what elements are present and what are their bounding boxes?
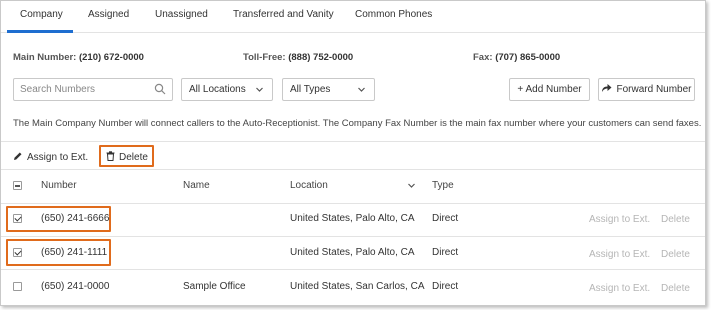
active-tab-indicator: [7, 30, 73, 33]
locations-dropdown[interactable]: All Locations: [181, 78, 273, 101]
chevron-down-icon: [357, 85, 366, 97]
search-box: [13, 78, 173, 101]
row-assign-to-ext-link[interactable]: Assign to Ext.: [589, 249, 650, 260]
row-type: Direct: [432, 247, 459, 258]
main-number-value: (210) 672-0000: [78, 52, 144, 63]
divider: [1, 141, 705, 142]
fax-label: Fax:: [473, 52, 493, 63]
pencil-icon: [13, 151, 23, 164]
row-assign-to-ext-link[interactable]: Assign to Ext.: [589, 283, 650, 294]
types-dropdown[interactable]: All Types: [282, 78, 375, 101]
forward-number-button[interactable]: Forward Number: [598, 78, 695, 101]
main-number: Main Number: (210) 672-0000: [13, 52, 144, 63]
row-delete-link[interactable]: Delete: [661, 283, 690, 294]
toll-free-label: Toll-Free:: [243, 52, 286, 63]
chevron-down-icon: [255, 85, 264, 97]
locations-selected: All Locations: [189, 84, 246, 95]
add-number-button[interactable]: + Add Number: [509, 78, 590, 101]
types-selected: All Types: [290, 84, 331, 95]
chevron-down-icon[interactable]: [407, 181, 416, 193]
assign-to-ext-button[interactable]: Assign to Ext.: [13, 151, 88, 164]
row-number: (650) 241-0000: [41, 281, 110, 292]
row-location: United States, San Carlos, CA: [290, 281, 425, 292]
toll-free-value: (888) 752-0000: [288, 52, 354, 63]
tab-bar: Company Assigned Unassigned Transferred …: [1, 1, 705, 33]
divider: [1, 203, 705, 204]
row-location: United States, Palo Alto, CA: [290, 213, 415, 224]
row-type: Direct: [432, 281, 459, 292]
column-header-number[interactable]: Number: [41, 180, 77, 191]
tab-transferred-and-vanity[interactable]: Transferred and Vanity: [233, 9, 334, 20]
column-header-location[interactable]: Location: [290, 180, 328, 191]
info-text: The Main Company Number will connect cal…: [13, 118, 702, 129]
search-input[interactable]: [20, 79, 150, 100]
fax-number: Fax: (707) 865-0000: [473, 52, 560, 63]
row-location: United States, Palo Alto, CA: [290, 247, 415, 258]
divider: [1, 169, 705, 170]
tab-company[interactable]: Company: [20, 9, 63, 20]
assign-to-ext-label: Assign to Ext.: [27, 152, 89, 163]
select-all-checkbox[interactable]: [13, 181, 22, 190]
fax-value: (707) 865-0000: [495, 52, 561, 63]
column-header-type[interactable]: Type: [432, 180, 454, 191]
tab-assigned[interactable]: Assigned: [88, 9, 129, 20]
toll-free-number: Toll-Free: (888) 752-0000: [243, 52, 353, 63]
row-type: Direct: [432, 213, 459, 224]
row-delete-link[interactable]: Delete: [661, 249, 690, 260]
main-number-label: Main Number:: [13, 52, 77, 63]
forward-number-label: Forward Number: [616, 84, 692, 95]
tab-common-phones[interactable]: Common Phones: [355, 9, 432, 20]
row-checkbox[interactable]: [13, 282, 22, 291]
search-icon[interactable]: [154, 83, 166, 98]
column-header-name[interactable]: Name: [183, 180, 210, 191]
tab-unassigned[interactable]: Unassigned: [155, 9, 208, 20]
row-delete-link[interactable]: Delete: [661, 214, 690, 225]
row-highlight-box: [6, 206, 111, 232]
row-name: Sample Office: [183, 281, 246, 292]
add-number-label: + Add Number: [517, 84, 582, 95]
delete-highlight-box: [99, 145, 154, 167]
divider: [1, 236, 705, 237]
phone-numbers-panel: Company Assigned Unassigned Transferred …: [0, 0, 706, 306]
divider: [1, 269, 705, 270]
row-assign-to-ext-link[interactable]: Assign to Ext.: [589, 214, 650, 225]
forward-icon: [601, 83, 612, 96]
row-highlight-box: [6, 239, 111, 266]
